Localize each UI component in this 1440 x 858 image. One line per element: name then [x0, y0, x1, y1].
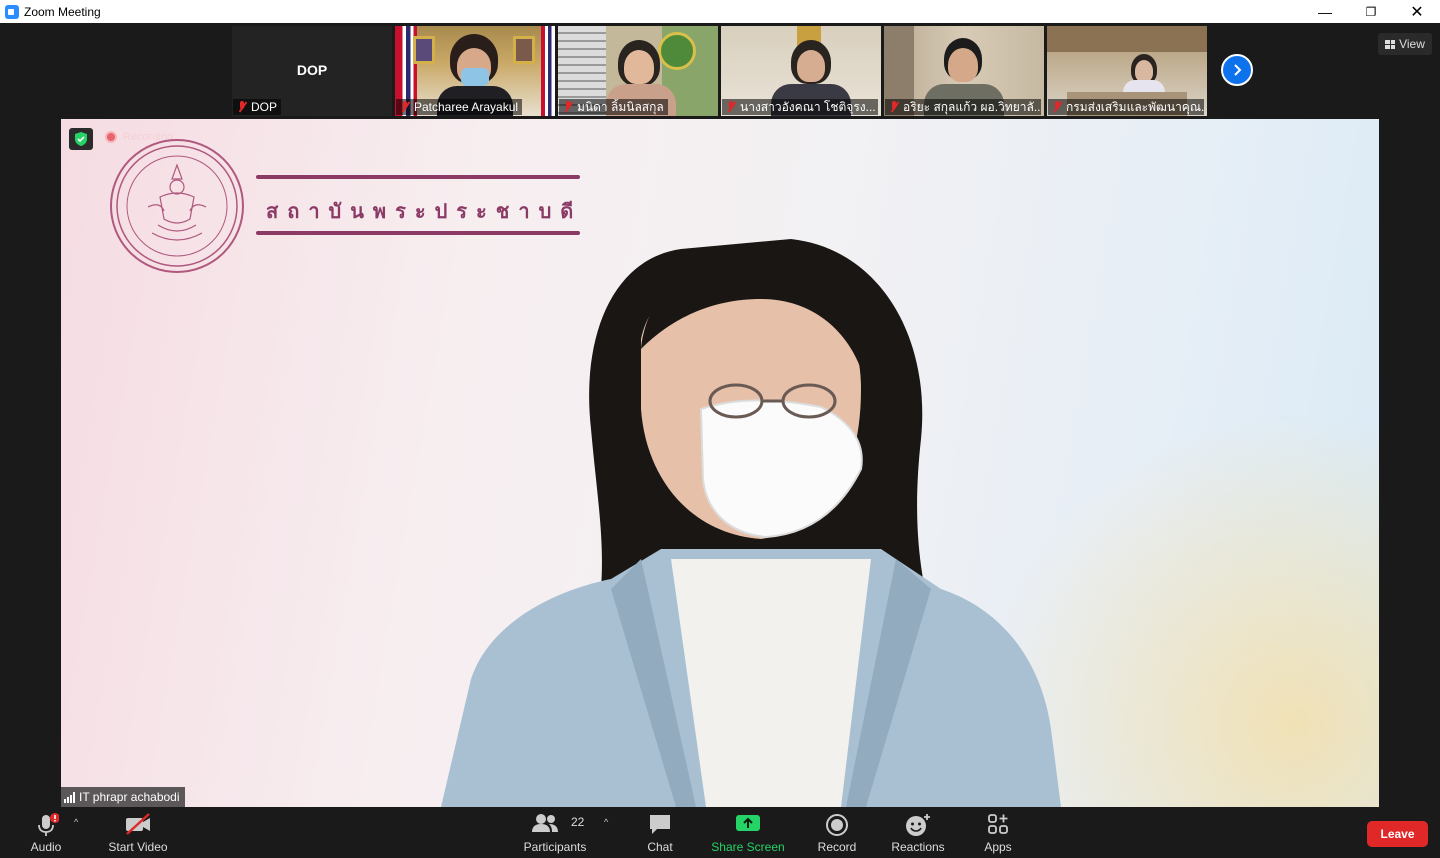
- speaker-name: IT phrapr achabodi: [79, 790, 180, 804]
- video-camera-off-icon: [126, 813, 150, 835]
- mic-muted-icon: [889, 101, 899, 113]
- participant-name-tag: อริยะ สกุลแก้ว ผอ.วิทยาลั...: [885, 99, 1041, 115]
- restore-button[interactable]: ❐: [1348, 0, 1394, 23]
- participant-name-tag: นางสาวอังคณา โชติจุรง...: [722, 99, 878, 115]
- mic-muted-icon: [726, 101, 736, 113]
- chat-bubble-icon: [650, 815, 670, 834]
- participant-name: มนิดา ลิ้มนิลสกุล: [577, 100, 664, 114]
- apps-icon: [988, 814, 1008, 834]
- participant-tile[interactable]: มนิดา ลิ้มนิลสกุล: [558, 26, 718, 116]
- institute-name: สถาบันพระประชาบดี: [266, 201, 583, 223]
- participants-count: 22: [571, 815, 585, 829]
- chevron-right-icon: [1234, 64, 1242, 76]
- brand-line-top: [256, 175, 580, 179]
- view-button[interactable]: View: [1378, 33, 1432, 55]
- title-bar: Zoom Meeting — ❐ ✕: [0, 0, 1440, 23]
- signal-strength-icon: [64, 791, 75, 803]
- grid-icon: [1385, 39, 1396, 49]
- participant-name-tag: กรมส่งเสริมและพัฒนาคุณ...: [1048, 99, 1204, 115]
- smiley-face-icon: [906, 814, 930, 836]
- close-button[interactable]: ✕: [1394, 0, 1440, 23]
- audio-label: Audio: [30, 840, 62, 854]
- participant-thumbnail-strip: DOP DOP Patcharee Arayakul มนิดา ลิ้มนิล…: [0, 23, 1440, 119]
- active-speaker-video: Recording สถาบันพระประชาบดี IT phrapr ac…: [61, 119, 1379, 807]
- window-controls: — ❐ ✕: [1302, 0, 1440, 23]
- share-screen-arrow-icon: [736, 815, 760, 831]
- start-video-label: Start Video: [108, 840, 168, 854]
- view-label: View: [1399, 37, 1425, 51]
- apps-button[interactable]: Apps: [978, 807, 1018, 858]
- microphone-icon: [38, 813, 59, 836]
- reactions-label: Reactions: [891, 840, 945, 854]
- mic-muted-icon: [1052, 101, 1062, 113]
- mic-muted-icon: [237, 101, 247, 113]
- record-label: Record: [817, 840, 857, 854]
- audio-button[interactable]: Audio: [22, 807, 70, 858]
- chat-button[interactable]: Chat: [640, 807, 680, 858]
- participant-name-tag: มนิดา ลิ้มนิลสกุล: [559, 99, 668, 115]
- apps-label: Apps: [984, 840, 1012, 854]
- start-video-button[interactable]: Start Video: [104, 807, 172, 858]
- record-icon: [826, 814, 848, 836]
- participant-tile[interactable]: Patcharee Arayakul: [395, 26, 555, 116]
- record-button[interactable]: Record: [814, 807, 860, 858]
- institute-seal-logo: [110, 139, 244, 273]
- participant-tile-text: DOP: [296, 62, 328, 78]
- share-screen-label: Share Screen: [711, 840, 785, 854]
- participant-name: DOP: [251, 100, 278, 114]
- participants-icon: [532, 814, 559, 832]
- participant-tile[interactable]: กรมส่งเสริมและพัฒนาคุณ...: [1047, 26, 1207, 116]
- speaker-figure: [441, 239, 1061, 807]
- speaker-name-tag: IT phrapr achabodi: [61, 787, 185, 807]
- zoom-app-icon: [5, 4, 19, 19]
- window-title: Zoom Meeting: [24, 4, 101, 19]
- share-screen-button[interactable]: Share Screen: [710, 807, 786, 858]
- audio-options-chevron-up-icon[interactable]: ^: [74, 817, 82, 827]
- leave-button[interactable]: Leave: [1367, 821, 1428, 847]
- participant-tile[interactable]: นางสาวอังคณา โชติจุรง...: [721, 26, 881, 116]
- meeting-toolbar: Audio ^ Start Video 22 Participants ^ Ch…: [0, 807, 1440, 858]
- participants-label: Participants: [523, 840, 587, 854]
- participant-tile[interactable]: DOP DOP: [232, 26, 392, 116]
- reactions-button[interactable]: Reactions: [888, 807, 948, 858]
- participant-tile[interactable]: อริยะ สกุลแก้ว ผอ.วิทยาลั...: [884, 26, 1044, 116]
- mic-muted-icon: [400, 101, 410, 113]
- mic-muted-icon: [563, 101, 573, 113]
- participant-name: อริยะ สกุลแก้ว ผอ.วิทยาลั...: [903, 100, 1041, 114]
- next-page-button[interactable]: [1221, 54, 1253, 86]
- minimize-button[interactable]: —: [1302, 0, 1348, 23]
- participant-name-tag: Patcharee Arayakul: [396, 99, 523, 115]
- participant-name: นางสาวอังคณา โชติจุรง...: [740, 100, 876, 114]
- participants-options-chevron-up-icon[interactable]: ^: [604, 817, 612, 827]
- chat-label: Chat: [647, 840, 673, 854]
- participants-button[interactable]: 22 Participants: [520, 807, 590, 858]
- security-shield-icon[interactable]: [69, 128, 93, 150]
- participant-name: กรมส่งเสริมและพัฒนาคุณ...: [1066, 100, 1204, 114]
- participant-name: Patcharee Arayakul: [414, 100, 519, 114]
- participant-name-tag: DOP: [233, 99, 282, 115]
